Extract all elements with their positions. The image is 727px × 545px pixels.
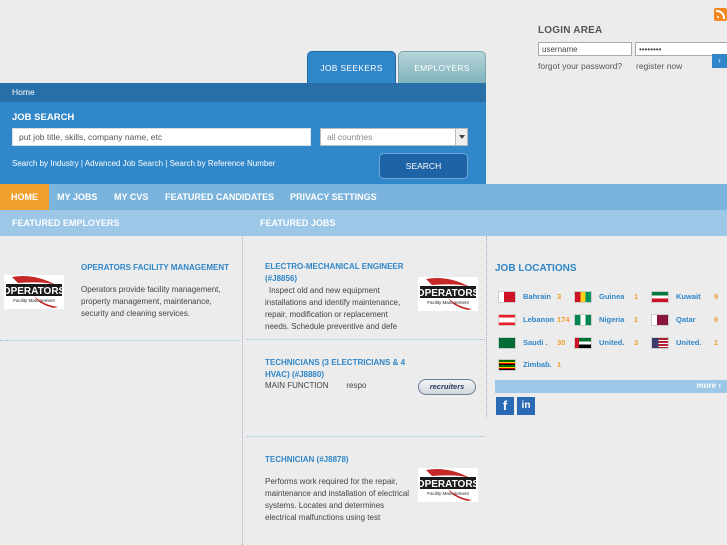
location-lebanon[interactable]: Lebanon 174 xyxy=(498,314,572,326)
featured-jobs-heading: FEATURED JOBS xyxy=(260,218,336,228)
login-area: LOGIN AREA forgot your password? registe… xyxy=(538,25,727,71)
location-uae[interactable]: United. 3 xyxy=(574,337,644,349)
location-nigeria[interactable]: Nigeria 1 xyxy=(574,314,644,326)
login-title: LOGIN AREA xyxy=(538,25,603,36)
employer-description: Operators provide facility management, p… xyxy=(81,285,221,318)
menu-my-jobs[interactable]: MY JOBS xyxy=(57,184,97,210)
divider xyxy=(0,340,240,341)
menu-featured-candidates[interactable]: FEATURED CANDIDATES xyxy=(165,184,274,210)
featured-employers-heading: FEATURED EMPLOYERS xyxy=(12,218,120,228)
job-title[interactable]: TECHNICIANS (3 ELECTRICIANS & 4 HVAC) (#… xyxy=(265,357,415,381)
username-field[interactable] xyxy=(538,42,632,56)
breadcrumb-home[interactable]: Home xyxy=(12,87,35,97)
svg-text:Facility Management: Facility Management xyxy=(427,491,469,496)
bahrain-flag-icon xyxy=(498,291,516,303)
menu-my-cvs[interactable]: MY CVS xyxy=(114,184,148,210)
search-button[interactable]: SEARCH xyxy=(379,153,468,179)
section-headers: FEATURED EMPLOYERS FEATURED JOBS xyxy=(0,210,727,236)
location-kuwait[interactable]: Kuwait 9 xyxy=(651,291,723,303)
divider xyxy=(247,436,485,437)
job-title[interactable]: ELECTRO-MECHANICAL ENGINEER (#J8856) xyxy=(265,261,413,285)
employer-name[interactable]: OPERATORS FACILITY MANAGEMENT xyxy=(81,263,229,272)
location-zimbabwe[interactable]: Zimbab. 1 xyxy=(498,359,568,371)
svg-text:OPERATORS: OPERATORS xyxy=(418,288,478,299)
linkedin-icon[interactable]: in xyxy=(517,397,535,415)
search-links[interactable]: Search by Industry | Advanced Job Search… xyxy=(12,159,275,168)
svg-text:OPERATORS: OPERATORS xyxy=(418,479,478,490)
locations-more[interactable]: more › xyxy=(495,380,727,393)
qatar-flag-icon xyxy=(651,314,669,326)
tab-employers[interactable]: EMPLOYERS xyxy=(398,51,486,83)
tab-job-seekers[interactable]: JOB SEEKERS xyxy=(307,51,396,83)
operators-logo-text: OPERATORS xyxy=(4,286,64,297)
facebook-icon[interactable]: f xyxy=(496,397,514,415)
uae-flag-icon xyxy=(574,337,592,349)
job-title[interactable]: TECHNICIAN (#J8878) xyxy=(265,454,413,466)
register-link[interactable]: register now xyxy=(636,61,682,71)
job-search-input[interactable]: put job title, skills, company name, etc xyxy=(12,128,311,146)
job-description: Performs work required for the repair, m… xyxy=(265,477,410,522)
login-submit-button[interactable]: › xyxy=(712,54,727,68)
main-menu: HOME MY JOBS MY CVS FEATURED CANDIDATES … xyxy=(0,184,727,210)
menu-home[interactable]: HOME xyxy=(0,184,49,210)
job-search-panel: JOB SEARCH put job title, skills, compan… xyxy=(0,102,486,184)
more-link[interactable]: more › xyxy=(697,381,721,390)
operators-logo-sub: Facility Management xyxy=(13,298,55,303)
rss-icon[interactable] xyxy=(714,8,727,21)
column-divider xyxy=(242,236,243,545)
location-usa[interactable]: United. 1 xyxy=(651,337,723,349)
chevron-down-icon[interactable] xyxy=(455,129,467,145)
location-bahrain[interactable]: Bahrain 3 xyxy=(498,291,568,303)
nigeria-flag-icon xyxy=(574,314,592,326)
operators-logo[interactable]: OPERATORS Facility Management xyxy=(417,277,480,311)
country-select[interactable]: all countries xyxy=(320,128,468,146)
job-description: Inspect old and new equipment installati… xyxy=(265,286,401,331)
column-divider xyxy=(486,236,487,418)
country-select-value: all countries xyxy=(327,132,373,142)
job-locations-title: JOB LOCATIONS xyxy=(495,263,577,274)
guinea-flag-icon xyxy=(574,291,592,303)
usa-flag-icon xyxy=(651,337,669,349)
location-guinea[interactable]: Guinea 1 xyxy=(574,291,644,303)
saudi-flag-icon xyxy=(498,337,516,349)
recruiters-logo[interactable]: recruiters xyxy=(418,379,476,395)
operators-logo[interactable]: OPERATORS Facility Management xyxy=(417,468,480,502)
job-search-title: JOB SEARCH xyxy=(12,112,75,123)
forgot-password-link[interactable]: forgot your password? xyxy=(538,61,636,71)
zimbabwe-flag-icon xyxy=(498,359,516,371)
kuwait-flag-icon xyxy=(651,291,669,303)
operators-logo[interactable]: OPERATORS Facility Management xyxy=(3,275,66,309)
lebanon-flag-icon xyxy=(498,314,516,326)
location-qatar[interactable]: Qatar 6 xyxy=(651,314,723,326)
breadcrumb: Home xyxy=(0,83,486,102)
location-saudi[interactable]: Saudi . 30 xyxy=(498,337,568,349)
job-description: MAIN FUNCTION respo xyxy=(265,381,367,390)
divider xyxy=(247,339,485,340)
svg-text:Facility Management: Facility Management xyxy=(427,300,469,305)
menu-privacy-settings[interactable]: PRIVACY SETTINGS xyxy=(290,184,377,210)
